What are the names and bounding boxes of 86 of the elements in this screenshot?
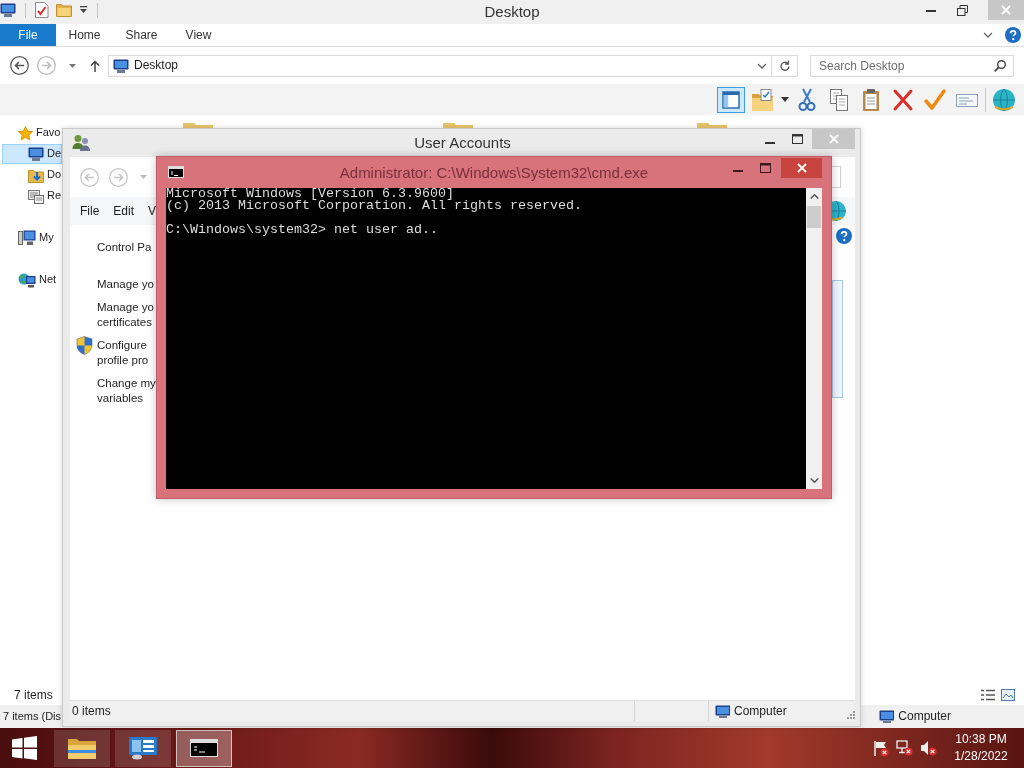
task-link[interactable]: Configure profile pro [97,338,149,368]
flag-icon[interactable] [872,739,889,757]
window-title: User Accounts [414,133,511,153]
status-text: 0 items [71,703,112,719]
menu-item[interactable]: Edit [113,203,135,219]
help-icon[interactable] [1005,27,1021,43]
ribbon-tab[interactable]: Home [56,24,113,46]
recent-locations-caret-icon[interactable] [69,63,76,68]
scroll-up-icon[interactable] [809,194,819,199]
clock-time[interactable]: 10:38 PM [945,731,1017,748]
dashboard-icon [128,736,158,760]
nav-item[interactable]: Favo [2,123,62,143]
computer-icon [18,230,36,246]
speaker-muted-icon[interactable] [920,740,937,756]
network-icon [18,272,36,288]
nav-item[interactable]: My [2,228,62,248]
console-icon [190,739,218,757]
nav-item[interactable]: Net [2,270,62,290]
maximize-icon[interactable] [760,163,771,173]
taskbar-button[interactable] [54,729,110,767]
checkmark-icon[interactable] [921,86,949,113]
console-line: (c) 2013 Microsoft Corporation. All rights reserved. [166,200,583,212]
file-tab[interactable]: File [0,24,56,46]
details-view-icon[interactable] [981,689,995,701]
layout-pane-icon[interactable] [717,86,745,113]
users-icon [72,134,91,151]
maximize-icon[interactable] [792,134,803,144]
task-link[interactable]: Control Pa [97,240,152,255]
menu-item[interactable]: File [80,203,100,219]
network-error-icon[interactable] [896,740,913,756]
task-link[interactable]: Change my variables [97,376,156,406]
close-button[interactable] [781,158,822,178]
large-icons-view-icon[interactable] [1001,689,1015,701]
refresh-icon [778,59,791,72]
resize-grip-icon[interactable] [847,711,855,719]
star-icon [18,125,33,141]
computer-icon [715,704,730,718]
computer-icon[interactable] [0,3,16,17]
task-link[interactable]: Manage yo [97,277,154,292]
windows-logo-icon[interactable] [12,736,37,760]
computer-icon [113,58,129,73]
close-icon [796,163,807,173]
dropdown-chevron-icon[interactable] [757,62,767,69]
close-icon [1001,5,1011,15]
status-text: 7 items [14,687,53,703]
address-field[interactable]: Desktop [108,54,772,77]
close-icon [828,134,839,144]
checked-document-icon[interactable] [35,2,49,18]
nav-item[interactable]: Do [2,165,62,185]
status-text: 7 items (Dis [3,709,62,724]
location-text: Computer [734,703,787,719]
search-icon[interactable] [994,59,1006,72]
stacked-windows-icon [28,188,44,204]
refresh-button[interactable] [772,54,798,77]
up-arrow-icon[interactable] [90,59,100,72]
monitor-icon [28,147,44,161]
console-icon [168,166,184,178]
restore-icon[interactable] [957,5,968,16]
clock-date[interactable]: 1/28/2022 [945,748,1017,765]
task-link[interactable]: Manage yo certificates [97,300,154,330]
console-line: Microsoft Windows [Version 6.3.9600] [166,188,455,200]
ribbon-tab[interactable]: Share [113,24,170,46]
dropdown-caret-icon[interactable] [781,97,789,102]
scrollbar[interactable] [806,188,822,489]
help-icon[interactable] [836,228,852,244]
scroll-down-icon[interactable] [809,478,819,483]
taskbar-button[interactable] [176,729,232,767]
search-field[interactable]: Search Desktop [810,54,1014,77]
scroll-thumb[interactable] [807,206,821,228]
location-text: Computer [898,709,951,724]
nav-item[interactable]: Re [2,186,62,206]
download-folder-icon [28,167,44,183]
computer-icon [879,710,895,723]
caret-icon[interactable] [79,6,88,14]
folder-icon [67,736,97,760]
folder-icon[interactable] [56,3,72,17]
globe-icon[interactable] [990,86,1018,113]
menu-item[interactable]: V [148,203,157,219]
taskbar-button[interactable] [115,729,171,767]
console-line: C:\Windows\system32> net user ad.. [166,224,439,236]
nav-item[interactable]: De [2,144,62,164]
window-title: Administrator: C:\Windows\System32\cmd.exe [339,163,649,183]
expand-ribbon-icon[interactable] [983,32,993,38]
back-icon[interactable] [10,56,29,75]
window-title: Desktop [484,2,540,22]
ribbon-tab[interactable]: View [170,24,227,46]
